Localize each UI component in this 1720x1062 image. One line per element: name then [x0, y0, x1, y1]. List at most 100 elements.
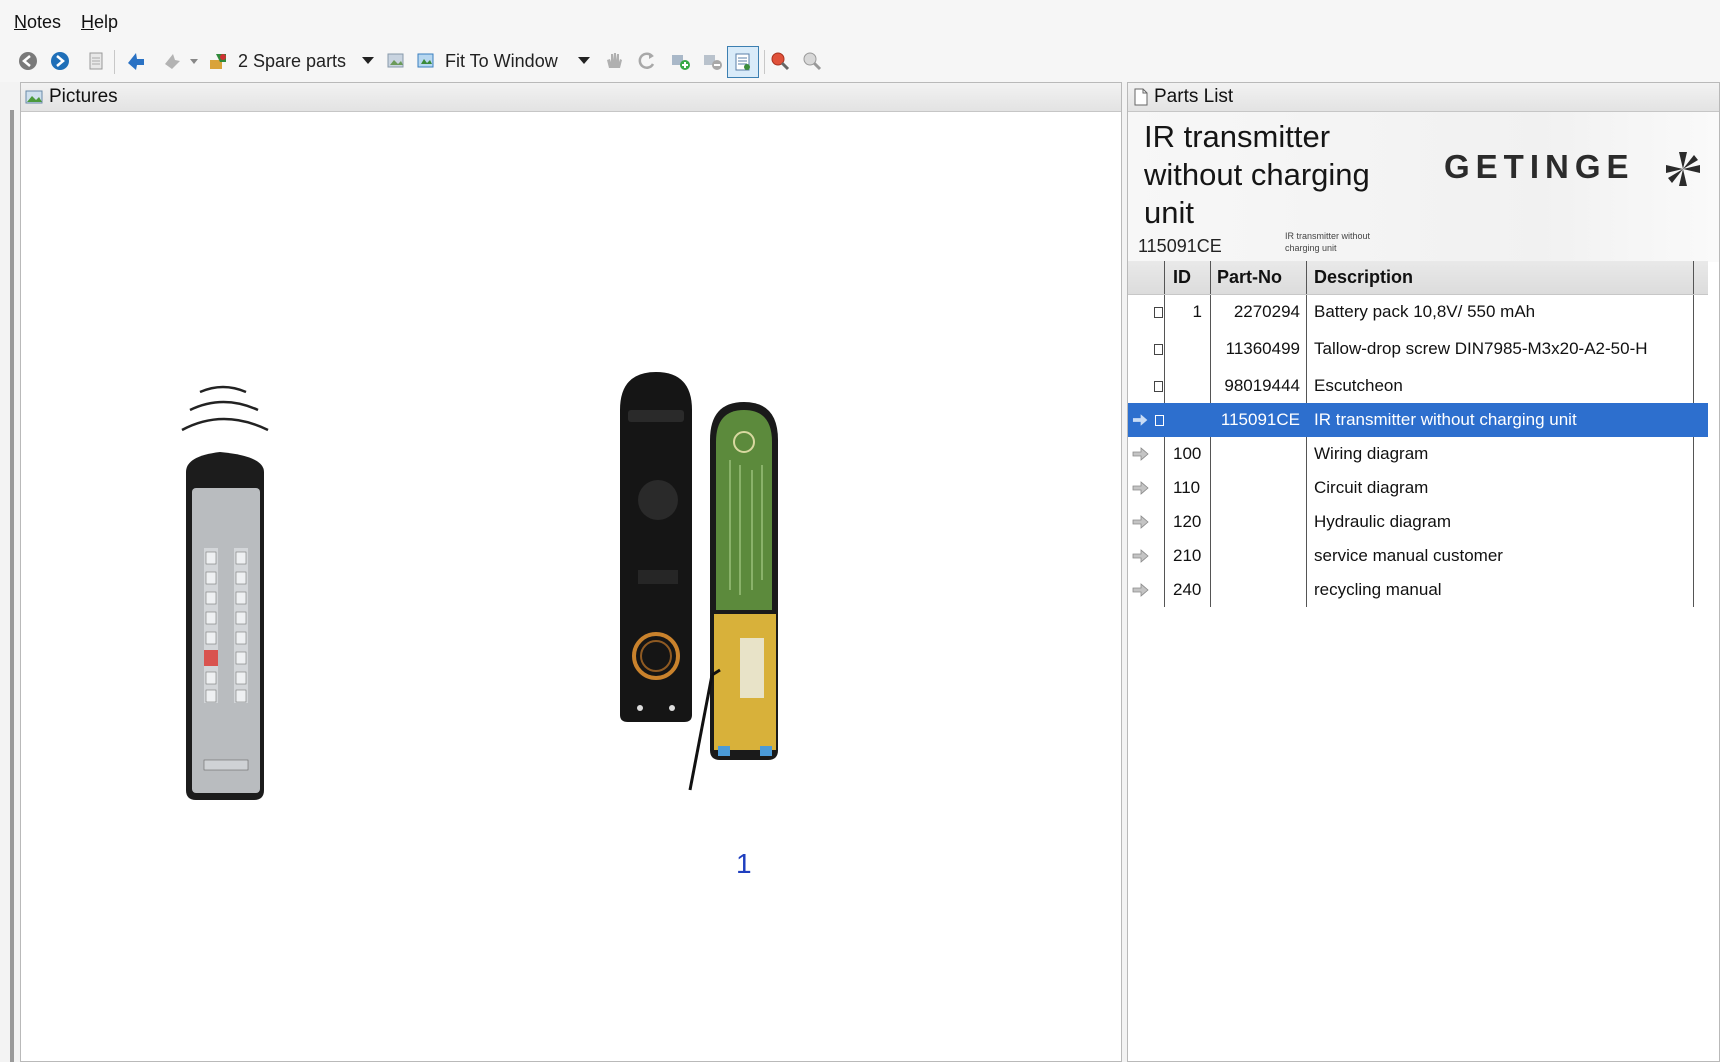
column-header-part-no[interactable]: Part-No	[1210, 261, 1306, 294]
table-row[interactable]: 1 2270294 Battery pack 10,8V/ 550 mAh	[1128, 295, 1708, 329]
link-arrow-icon	[1132, 414, 1148, 426]
toolbar: 2 Spare parts Fit To Window	[0, 42, 1720, 82]
link-arrow-icon[interactable]	[1132, 583, 1150, 597]
pictures-header: Pictures	[21, 83, 1121, 112]
hand-icon	[607, 53, 622, 68]
toolbar-separator	[114, 50, 115, 74]
list-view-toggle[interactable]	[727, 46, 759, 78]
picture-icon	[25, 90, 43, 104]
search-red-icon	[771, 52, 790, 71]
cell-description: Battery pack 10,8V/ 550 mAh	[1306, 295, 1694, 329]
menu-bar: Notes Help	[0, 0, 1720, 42]
document-title: IR transmitter without charging unit	[1144, 119, 1370, 230]
spare-parts-select[interactable]: 2 Spare parts	[238, 51, 346, 72]
cart-remove-icon	[704, 55, 722, 70]
table-row[interactable]: 100 Wiring diagram	[1128, 437, 1708, 471]
parts-list-pane: Parts List IR transmitter without chargi…	[1127, 82, 1720, 1062]
spare-parts-icon	[210, 54, 226, 69]
cell-id	[1164, 329, 1210, 369]
row-marker	[1128, 403, 1164, 437]
table-row[interactable]: 240 recycling manual	[1128, 573, 1708, 607]
callout-label[interactable]: 1	[736, 848, 752, 880]
column-header-id[interactable]: ID	[1164, 261, 1210, 294]
spare-parts-dropdown-icon[interactable]	[362, 57, 374, 64]
table-row-selected[interactable]: 115091CE IR transmitter without charging…	[1128, 403, 1708, 437]
link-arrow-icon[interactable]	[1132, 549, 1150, 563]
spare-parts-button[interactable]	[206, 49, 230, 73]
cell-description: IR transmitter without charging unit	[1306, 403, 1694, 437]
back-button[interactable]	[16, 49, 40, 73]
bookmark-button[interactable]	[160, 49, 184, 73]
cell-id: 1	[1164, 295, 1210, 329]
row-marker	[1128, 539, 1164, 573]
parts-list-title: Parts List	[1154, 86, 1234, 107]
zoom-dropdown-icon[interactable]	[578, 57, 590, 64]
link-arrow-icon[interactable]	[1132, 447, 1150, 461]
magnifier-icon	[803, 52, 822, 71]
cell-id	[1164, 403, 1210, 437]
table-row[interactable]: 210 service manual customer	[1128, 539, 1708, 573]
forward-icon	[51, 52, 69, 70]
cell-part-no: 98019444	[1210, 369, 1306, 403]
disassembled-transmitter-image	[620, 372, 778, 791]
cell-id: 240	[1164, 573, 1210, 607]
toolbar-separator	[764, 50, 765, 74]
cell-part-no	[1210, 437, 1306, 471]
zoom-select[interactable]: Fit To Window	[445, 51, 558, 72]
column-header-description[interactable]: Description	[1306, 261, 1694, 294]
document-icon	[1134, 88, 1148, 106]
table-row[interactable]: 11360499 Tallow-drop screw DIN7985-M3x20…	[1128, 329, 1708, 369]
table-row[interactable]: 98019444 Escutcheon	[1128, 369, 1708, 403]
checkbox[interactable]	[1154, 380, 1163, 392]
cell-part-no	[1210, 539, 1306, 573]
picture-button[interactable]	[384, 49, 408, 73]
back-icon	[19, 52, 37, 70]
pan-button[interactable]	[602, 49, 626, 73]
rotate-button[interactable]	[634, 49, 658, 73]
cell-part-no	[1210, 505, 1306, 539]
cell-description: Wiring diagram	[1306, 437, 1694, 471]
parts-list-header: Parts List	[1128, 83, 1719, 112]
splitter-handle[interactable]	[10, 110, 14, 1062]
bookmark-dropdown-icon[interactable]	[190, 59, 198, 64]
menu-notes[interactable]: Notes	[14, 12, 61, 33]
zoom-search-button[interactable]	[800, 49, 824, 73]
forward-button[interactable]	[48, 49, 72, 73]
home-button[interactable]	[124, 49, 148, 73]
table-row[interactable]: 110 Circuit diagram	[1128, 471, 1708, 505]
remote-control-image	[181, 385, 269, 800]
link-arrow-icon[interactable]	[1132, 481, 1150, 495]
menu-help[interactable]: Help	[81, 12, 118, 33]
row-marker	[1128, 295, 1164, 329]
document-icon	[89, 52, 103, 70]
document-subtitle: IR transmitter without charging unit	[1285, 231, 1371, 253]
checkbox[interactable]	[1154, 306, 1163, 318]
cell-part-no	[1210, 471, 1306, 505]
table-row[interactable]: 120 Hydraulic diagram	[1128, 505, 1708, 539]
search-button[interactable]	[768, 49, 792, 73]
blue-arrow-icon	[128, 53, 144, 70]
cell-id: 120	[1164, 505, 1210, 539]
document-button[interactable]	[84, 49, 108, 73]
row-marker	[1128, 437, 1164, 471]
remove-from-list-button[interactable]	[700, 49, 724, 73]
header-marker	[1128, 261, 1164, 294]
row-marker	[1128, 505, 1164, 539]
checkbox[interactable]	[1155, 414, 1164, 426]
cell-description: recycling manual	[1306, 573, 1694, 607]
fit-window-button[interactable]	[414, 49, 438, 73]
pictures-title: Pictures	[49, 86, 118, 107]
cell-description: Circuit diagram	[1306, 471, 1694, 505]
bookmark-icon	[165, 54, 180, 69]
rotate-icon	[638, 52, 655, 69]
checkbox[interactable]	[1154, 343, 1163, 355]
cell-part-no: 2270294	[1210, 295, 1306, 329]
add-to-list-button[interactable]	[668, 49, 692, 73]
picture-icon	[387, 53, 404, 68]
cell-part-no: 11360499	[1210, 329, 1306, 369]
link-arrow-icon[interactable]	[1132, 515, 1150, 529]
cell-part-no: 115091CE	[1210, 403, 1306, 437]
cell-id	[1164, 369, 1210, 403]
cell-part-no	[1210, 573, 1306, 607]
row-marker	[1128, 369, 1164, 403]
